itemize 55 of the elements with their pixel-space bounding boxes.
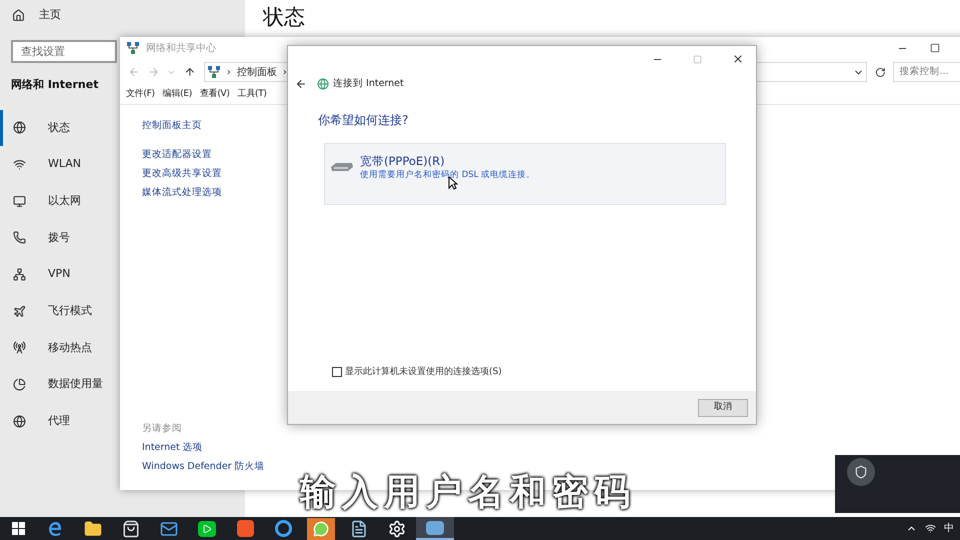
- home-icon: [12, 8, 25, 22]
- nav-item[interactable]: 拨号: [0, 220, 118, 256]
- phone-icon: [13, 231, 26, 244]
- network-icon: [13, 268, 26, 282]
- shield-icon: [854, 465, 868, 479]
- checkbox[interactable]: [332, 367, 342, 378]
- section-title: 网络和 Internet: [11, 77, 98, 93]
- windows-icon: [12, 522, 24, 535]
- page-title: 状态: [263, 4, 306, 31]
- window-title: 网络和共享中心: [146, 42, 216, 56]
- home-link[interactable]: 主页: [39, 6, 61, 24]
- nav-item[interactable]: 数据使用量: [0, 366, 118, 403]
- see-also-link[interactable]: Internet 选项: [142, 438, 948, 457]
- see-also-title: 另请参阅: [142, 422, 183, 436]
- search-field[interactable]: 搜索控制...: [893, 62, 960, 82]
- breadcrumb-separator[interactable]: ›: [282, 64, 287, 80]
- menu-item[interactable]: 编辑(E): [162, 88, 192, 102]
- globe-icon: [317, 78, 329, 90]
- plane-icon: [13, 304, 26, 318]
- pie-chart-icon: [13, 378, 26, 392]
- nav-item[interactable]: VPN: [0, 256, 118, 293]
- network-icon[interactable]: [416, 517, 454, 540]
- breadcrumb-separator[interactable]: ›: [226, 64, 231, 80]
- dialog-heading: 你希望如何连接?: [318, 112, 410, 129]
- monitor-icon: [13, 194, 26, 208]
- back-icon[interactable]: [295, 78, 307, 90]
- menu-item[interactable]: 工具(T): [238, 88, 267, 102]
- modem-icon: [330, 161, 354, 173]
- menu-item[interactable]: 文件(F): [126, 88, 155, 102]
- cancel-button[interactable]: 取消: [698, 398, 748, 416]
- wifi-icon[interactable]: [925, 523, 936, 534]
- network-icon: [206, 65, 221, 79]
- menu-item[interactable]: 查看(V): [200, 88, 230, 102]
- option-description: 使用需要用户名和密码的 DSL 或电缆连接。: [360, 169, 536, 181]
- antenna-icon: [13, 341, 26, 354]
- connection-option[interactable]: 宽带(PPPoE)(R) 使用需要用户名和密码的 DSL 或电缆连接。: [324, 143, 726, 205]
- nav-item[interactable]: WLAN: [0, 146, 118, 183]
- nav-item[interactable]: 代理: [0, 403, 118, 440]
- search-field[interactable]: 查找设置: [11, 40, 117, 63]
- dialog-title: 连接到 Internet: [333, 76, 404, 91]
- maximize-icon[interactable]: [930, 43, 940, 53]
- nav-item[interactable]: 飞行模式: [0, 292, 118, 330]
- globe-icon: [13, 414, 26, 428]
- network-icon: [126, 41, 140, 55]
- up-icon[interactable]: [184, 66, 196, 78]
- video-caption: 输入用户名和密码: [300, 466, 636, 520]
- refresh-icon[interactable]: [874, 66, 886, 78]
- ime-indicator[interactable]: 中: [944, 521, 954, 536]
- checkbox-label: 显示此计算机未设置使用的连接选项(S): [345, 366, 502, 378]
- nav-item[interactable]: 移动热点: [0, 330, 118, 366]
- option-title: 宽带(PPPoE)(R): [360, 153, 446, 169]
- close-icon[interactable]: [732, 53, 744, 65]
- globe-icon: [13, 121, 26, 134]
- breadcrumb[interactable]: 控制面板: [236, 64, 277, 80]
- nav-item[interactable]: 以太网: [0, 182, 118, 220]
